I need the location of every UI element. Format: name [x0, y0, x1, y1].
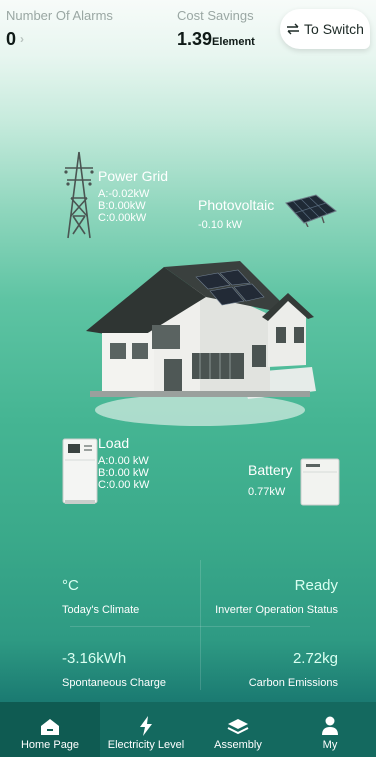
nav-home-page[interactable]: Home Page [0, 702, 100, 757]
spontaneous-charge-label: Spontaneous Charge [62, 677, 166, 689]
photovoltaic-panel[interactable]: Photovoltaic -0.10 kW [198, 197, 274, 231]
nav-my[interactable]: My [284, 702, 376, 757]
nav-electricity-label: Electricity Level [107, 739, 185, 751]
alarms-value: 0 [6, 29, 17, 49]
solar-panel-icon [285, 194, 337, 227]
power-grid-panel[interactable]: Power Grid A:-0.02kW B:0.00kW C:0.00kW [98, 168, 168, 224]
house-illustration [86, 261, 316, 426]
metrics-horizontal-divider [70, 626, 310, 627]
battery-panel[interactable]: Battery 0.77kW [248, 462, 292, 498]
carbon-emissions-label: Carbon Emissions [248, 677, 338, 689]
nav-my-label: My [322, 739, 338, 751]
load-b: B:0.00 kW [98, 467, 149, 479]
home-icon [41, 719, 59, 735]
bottom-navigation: Home Page Electricity Level Assembly My [0, 702, 376, 757]
metrics-vertical-divider [200, 560, 201, 690]
load-title: Load [98, 435, 130, 451]
climate-label: Today's Climate [62, 604, 140, 616]
swap-arrows-icon [287, 23, 300, 35]
load-a: A:0.00 kW [98, 455, 149, 467]
battery-title: Battery [248, 462, 293, 478]
nav-home-label: Home Page [20, 739, 80, 751]
alarms-stat[interactable]: Number Of Alarms 0 › [6, 8, 113, 50]
to-switch-label: To Switch [304, 21, 364, 37]
top-summary-bar: Number Of Alarms 0 › Cost Savings 1.39Ele… [0, 0, 376, 60]
power-grid-a: A:-0.02kW [98, 188, 150, 200]
inverter-status: Ready Inverter Operation Status [215, 577, 338, 616]
cost-savings-value: 1.39 [177, 29, 213, 49]
cost-savings-stat: Cost Savings 1.39Element [177, 8, 255, 50]
carbon-emissions-value: 2.72kg [292, 650, 338, 667]
load-cabinet-icon [62, 438, 98, 504]
carbon-emissions: 2.72kg Carbon Emissions [249, 650, 338, 689]
nav-electricity-level[interactable]: Electricity Level [100, 702, 192, 757]
chevron-right-icon: › [20, 32, 25, 46]
photovoltaic-title: Photovoltaic [198, 197, 275, 213]
photovoltaic-value: -0.10 kW [198, 219, 243, 231]
power-grid-title: Power Grid [98, 168, 169, 184]
power-grid-c: C:0.00kW [98, 212, 147, 224]
cost-savings-label: Cost Savings [177, 8, 254, 23]
user-icon [322, 716, 338, 735]
spontaneous-charge-value: -3.16kWh [62, 650, 127, 667]
load-panel[interactable]: Load A:0.00 kW B:0.00 kW C:0.00 kW [98, 435, 149, 491]
inverter-status-value: Ready [294, 577, 338, 594]
power-grid-b: B:0.00kW [98, 200, 146, 212]
to-switch-button[interactable]: To Switch [280, 9, 370, 49]
nav-assembly-label: Assembly [214, 739, 262, 751]
cost-savings-unit: Element [212, 36, 255, 48]
lightning-icon [140, 716, 152, 736]
climate-value: °C [62, 577, 79, 594]
alarms-label: Number Of Alarms [6, 8, 113, 23]
inverter-status-label: Inverter Operation Status [215, 604, 338, 616]
layers-icon [227, 719, 249, 735]
spontaneous-charge: -3.16kWh Spontaneous Charge [62, 650, 166, 689]
battery-value: 0.77kW [248, 486, 286, 498]
load-c: C:0.00 kW [98, 479, 150, 491]
transmission-tower-icon [64, 151, 94, 239]
battery-unit-icon [300, 458, 340, 506]
todays-climate: °C Today's Climate [62, 577, 139, 616]
nav-assembly[interactable]: Assembly [192, 702, 284, 757]
